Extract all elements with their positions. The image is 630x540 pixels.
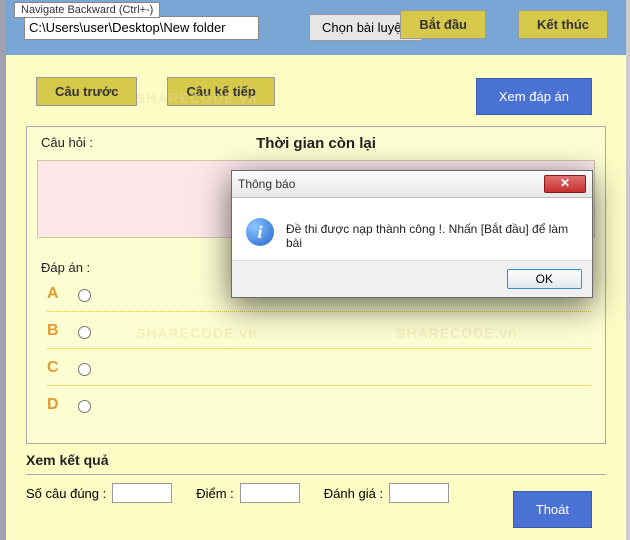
next-question-button[interactable]: Câu kế tiếp [167, 77, 274, 106]
start-button[interactable]: Bắt đầu [400, 10, 486, 39]
prev-question-button[interactable]: Câu trước [36, 77, 137, 106]
answer-radio-b[interactable] [78, 326, 91, 339]
nav-back-tooltip: Navigate Backward (Ctrl+-) [14, 2, 160, 18]
close-icon[interactable]: ✕ [544, 175, 586, 193]
dialog-message: Đề thi được nạp thành công !. Nhấn [Bắt … [286, 218, 578, 250]
answer-letter: B [47, 322, 63, 340]
score-label: Điểm : [196, 486, 234, 501]
answer-row-c: C [47, 359, 591, 386]
dialog-title: Thông báo [238, 177, 544, 191]
answer-radio-a[interactable] [78, 289, 91, 302]
exit-button[interactable]: Thoát [513, 491, 592, 528]
dialog-titlebar[interactable]: Thông báo ✕ [232, 171, 592, 198]
answer-letter: D [47, 396, 63, 414]
correct-count-value [112, 483, 172, 503]
file-path-input[interactable] [24, 16, 259, 40]
question-label: Câu hỏi : [41, 135, 121, 152]
grade-label: Đánh giá : [324, 486, 383, 501]
answer-letter: C [47, 359, 63, 377]
answer-row-d: D [47, 396, 591, 423]
show-answer-button[interactable]: Xem đáp án [476, 78, 592, 115]
results-title: Xem kết quả [26, 452, 606, 468]
answer-radio-c[interactable] [78, 363, 91, 376]
answer-row-b: B [47, 322, 591, 349]
score-value [240, 483, 300, 503]
info-icon: i [246, 218, 274, 246]
correct-count-label: Số câu đúng : [26, 486, 106, 501]
info-dialog: Thông báo ✕ i Đề thi được nạp thành công… [231, 170, 593, 298]
end-button[interactable]: Kết thúc [518, 10, 608, 39]
timer-label: Thời gian còn lại [121, 135, 511, 152]
answer-radio-d[interactable] [78, 400, 91, 413]
ok-button[interactable]: OK [507, 269, 582, 289]
grade-value [389, 483, 449, 503]
answer-letter: A [47, 285, 63, 303]
app-window: Navigate Backward (Ctrl+-) Chọn bài luyệ… [0, 0, 630, 540]
